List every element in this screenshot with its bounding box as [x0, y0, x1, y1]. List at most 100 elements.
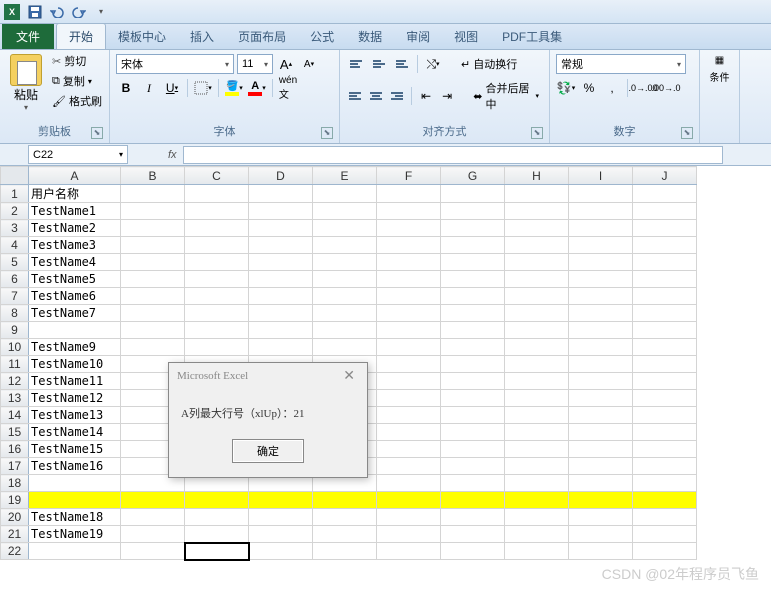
accounting-format-button[interactable]: 💱▾ — [556, 78, 576, 98]
tab-formulas[interactable]: 公式 — [298, 24, 346, 49]
row-header[interactable]: 6 — [1, 271, 29, 288]
align-left-button[interactable] — [346, 86, 364, 106]
cell[interactable] — [185, 288, 249, 305]
column-header[interactable]: F — [377, 167, 441, 185]
column-header[interactable]: G — [441, 167, 505, 185]
cell[interactable] — [505, 509, 569, 526]
cell[interactable]: TestName11 — [29, 373, 121, 390]
cell[interactable] — [121, 220, 185, 237]
cell[interactable] — [505, 305, 569, 322]
cell[interactable] — [633, 271, 697, 288]
cell[interactable] — [441, 407, 505, 424]
cell[interactable] — [633, 441, 697, 458]
cell[interactable] — [441, 356, 505, 373]
cell[interactable] — [185, 203, 249, 220]
file-tab[interactable]: 文件 — [2, 24, 54, 49]
cell[interactable] — [569, 441, 633, 458]
cell[interactable] — [569, 407, 633, 424]
cell[interactable] — [505, 543, 569, 560]
cell[interactable] — [313, 254, 377, 271]
cell[interactable] — [505, 441, 569, 458]
font-size-combo[interactable]: 11▾ — [237, 54, 273, 74]
select-all-corner[interactable] — [1, 167, 29, 185]
cell[interactable] — [569, 475, 633, 492]
tab-review[interactable]: 审阅 — [394, 24, 442, 49]
cell[interactable] — [121, 339, 185, 356]
cell[interactable] — [505, 203, 569, 220]
cell[interactable] — [313, 492, 377, 509]
cell[interactable] — [569, 185, 633, 203]
cell[interactable]: TestName13 — [29, 407, 121, 424]
cell[interactable] — [441, 373, 505, 390]
cell[interactable]: TestName3 — [29, 237, 121, 254]
cell[interactable] — [505, 475, 569, 492]
cell[interactable] — [633, 458, 697, 475]
align-center-button[interactable] — [367, 86, 385, 106]
cell[interactable] — [633, 424, 697, 441]
cell[interactable]: TestName1 — [29, 203, 121, 220]
number-launcher[interactable]: ⬊ — [681, 127, 693, 139]
cell[interactable] — [505, 390, 569, 407]
cell[interactable] — [505, 254, 569, 271]
row-header[interactable]: 11 — [1, 356, 29, 373]
tab-template[interactable]: 模板中心 — [106, 24, 178, 49]
cell[interactable] — [633, 288, 697, 305]
cell[interactable] — [633, 339, 697, 356]
tab-data[interactable]: 数据 — [346, 24, 394, 49]
cell[interactable] — [121, 185, 185, 203]
tab-pdf-tools[interactable]: PDF工具集 — [490, 24, 574, 49]
tab-insert[interactable]: 插入 — [178, 24, 226, 49]
cell[interactable] — [185, 509, 249, 526]
cell[interactable] — [441, 441, 505, 458]
cell[interactable] — [441, 424, 505, 441]
cell[interactable] — [505, 220, 569, 237]
cell[interactable] — [569, 339, 633, 356]
cell[interactable] — [29, 322, 121, 339]
borders-button[interactable]: ▾ — [193, 78, 213, 98]
cell[interactable] — [505, 288, 569, 305]
decrease-decimal-button[interactable]: .00→.0 — [656, 78, 676, 98]
cell[interactable] — [505, 356, 569, 373]
cell[interactable] — [313, 288, 377, 305]
cell[interactable] — [185, 237, 249, 254]
cell[interactable] — [249, 220, 313, 237]
cell[interactable] — [121, 271, 185, 288]
cell[interactable] — [121, 492, 185, 509]
font-name-combo[interactable]: 宋体▾ — [116, 54, 234, 74]
tab-view[interactable]: 视图 — [442, 24, 490, 49]
row-header[interactable]: 5 — [1, 254, 29, 271]
cell[interactable] — [569, 492, 633, 509]
cell[interactable] — [29, 543, 121, 560]
cell[interactable] — [441, 185, 505, 203]
worksheet-grid[interactable]: ABCDEFGHIJ1用户名称2TestName13TestName24Test… — [0, 166, 771, 560]
row-header[interactable]: 8 — [1, 305, 29, 322]
cell[interactable] — [313, 509, 377, 526]
cell[interactable] — [313, 237, 377, 254]
row-header[interactable]: 21 — [1, 526, 29, 543]
cell[interactable]: TestName9 — [29, 339, 121, 356]
cell[interactable] — [505, 237, 569, 254]
cell[interactable] — [569, 237, 633, 254]
cell[interactable] — [633, 305, 697, 322]
cell[interactable] — [185, 185, 249, 203]
row-header[interactable]: 3 — [1, 220, 29, 237]
cell[interactable] — [569, 526, 633, 543]
cell[interactable] — [121, 322, 185, 339]
cell[interactable]: 用户名称 — [29, 185, 121, 203]
column-header[interactable]: C — [185, 167, 249, 185]
cell[interactable] — [249, 322, 313, 339]
cell[interactable]: TestName7 — [29, 305, 121, 322]
cell[interactable] — [29, 475, 121, 492]
cell[interactable] — [377, 322, 441, 339]
cell[interactable] — [633, 373, 697, 390]
italic-button[interactable]: I — [139, 78, 159, 98]
cell[interactable] — [249, 305, 313, 322]
cell[interactable] — [185, 492, 249, 509]
cell[interactable] — [377, 458, 441, 475]
alignment-launcher[interactable]: ⬊ — [531, 127, 543, 139]
row-header[interactable]: 9 — [1, 322, 29, 339]
cell[interactable] — [377, 185, 441, 203]
cell[interactable] — [121, 203, 185, 220]
row-header[interactable]: 13 — [1, 390, 29, 407]
cell[interactable] — [185, 271, 249, 288]
